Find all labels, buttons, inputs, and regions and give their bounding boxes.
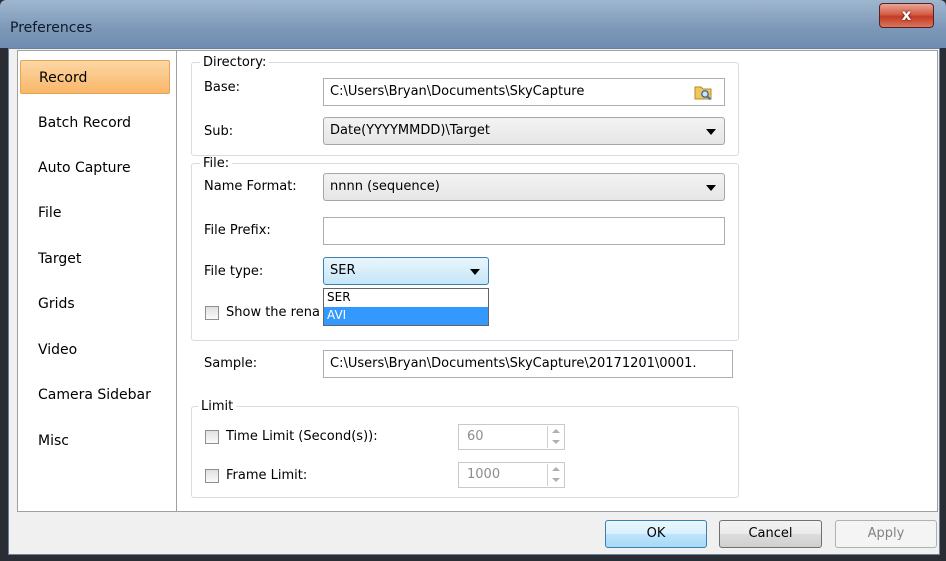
- window-edge: [0, 0, 8, 561]
- spin-down-icon[interactable]: [552, 478, 560, 482]
- name-format-label: Name Format:: [204, 179, 297, 194]
- browse-folder-icon[interactable]: [694, 84, 712, 100]
- spin-up-icon[interactable]: [552, 429, 560, 433]
- frame-limit-checkbox[interactable]: [205, 469, 219, 483]
- frame-limit-label: Frame Limit:: [226, 468, 308, 483]
- show-rename-label: Show the rena: [226, 305, 320, 320]
- title-bar[interactable]: Preferences x: [0, 0, 946, 48]
- chevron-down-icon: [706, 185, 716, 191]
- chevron-down-icon: [470, 269, 480, 275]
- category-sidebar: Record Batch Record Auto Capture File Ta…: [17, 50, 177, 512]
- time-limit-label: Time Limit (Second(s)):: [226, 429, 378, 444]
- file-prefix-field[interactable]: [323, 217, 725, 245]
- apply-button[interactable]: Apply: [835, 520, 937, 548]
- sub-directory-select[interactable]: Date(YYYYMMDD)\Target: [323, 117, 725, 145]
- name-format-value: nnnn (sequence): [330, 179, 440, 194]
- spinner-buttons[interactable]: [547, 426, 563, 448]
- sidebar-item-batch-record[interactable]: Batch Record: [20, 106, 170, 140]
- sidebar-item-target[interactable]: Target: [20, 242, 170, 276]
- show-rename-checkbox[interactable]: [205, 306, 219, 320]
- file-type-option-ser[interactable]: SER: [324, 289, 488, 307]
- file-type-label: File type:: [204, 264, 264, 279]
- window-title: Preferences: [10, 20, 93, 36]
- sidebar-item-misc[interactable]: Misc: [20, 424, 170, 458]
- file-type-select[interactable]: SER: [323, 257, 489, 285]
- limit-legend: Limit: [198, 399, 237, 414]
- spin-up-icon[interactable]: [552, 467, 560, 471]
- time-limit-value: 60: [467, 429, 484, 444]
- frame-limit-value: 1000: [467, 467, 501, 482]
- spinner-buttons[interactable]: [547, 464, 563, 486]
- cancel-button[interactable]: Cancel: [719, 520, 822, 548]
- close-icon: x: [901, 6, 912, 24]
- sidebar-item-grids[interactable]: Grids: [20, 287, 170, 321]
- sidebar-item-auto-capture[interactable]: Auto Capture: [20, 151, 170, 185]
- close-button[interactable]: x: [879, 3, 934, 28]
- file-type-value: SER: [330, 263, 356, 278]
- file-legend: File:: [200, 156, 233, 171]
- base-directory-field[interactable]: C:\Users\Bryan\Documents\SkyCapture: [323, 78, 725, 106]
- time-limit-spinner[interactable]: 60: [458, 424, 565, 450]
- directory-legend: Directory:: [200, 55, 270, 70]
- sub-directory-value: Date(YYYYMMDD)\Target: [330, 123, 491, 138]
- sidebar-item-record[interactable]: Record: [20, 60, 170, 94]
- base-label: Base:: [204, 80, 241, 95]
- sample-path-field[interactable]: C:\Users\Bryan\Documents\SkyCapture\2017…: [323, 350, 733, 378]
- sample-label: Sample:: [204, 356, 258, 371]
- sub-label: Sub:: [204, 124, 234, 139]
- name-format-select[interactable]: nnnn (sequence): [323, 173, 725, 201]
- chevron-down-icon: [706, 129, 716, 135]
- sidebar-item-video[interactable]: Video: [20, 333, 170, 367]
- sidebar-item-file[interactable]: File: [20, 196, 170, 230]
- spin-down-icon[interactable]: [552, 440, 560, 444]
- sidebar-item-camera-sidebar[interactable]: Camera Sidebar: [20, 378, 170, 412]
- file-prefix-label: File Prefix:: [204, 223, 271, 238]
- time-limit-checkbox[interactable]: [205, 430, 219, 444]
- file-type-dropdown-list: SER AVI: [323, 288, 489, 326]
- ok-button[interactable]: OK: [605, 520, 707, 548]
- file-type-option-avi[interactable]: AVI: [324, 307, 488, 325]
- preferences-window: Preferences x Record Batch Record Auto C…: [0, 0, 946, 561]
- frame-limit-spinner[interactable]: 1000: [458, 462, 565, 488]
